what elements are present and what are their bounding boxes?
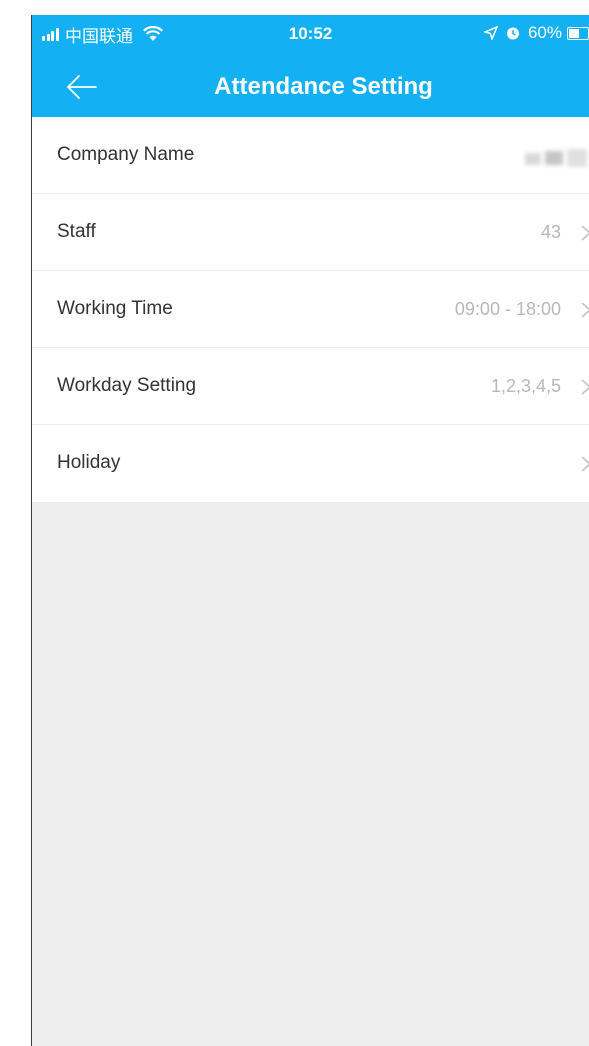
setting-value: 09:00 - 18:00 — [454, 299, 561, 319]
setting-label: Working Time — [57, 298, 173, 319]
chevron-right-icon — [581, 302, 589, 318]
battery-fill — [569, 28, 579, 38]
chevron-right-icon — [581, 456, 589, 472]
setting-row-staff[interactable]: Staff 43 — [32, 194, 589, 271]
setting-label: Staff — [57, 221, 96, 242]
setting-row-holiday[interactable]: Holiday — [32, 425, 589, 502]
setting-row-workday-setting[interactable]: Workday Setting 1,2,3,4,5 — [32, 348, 589, 425]
page-title: Attendance Setting — [214, 73, 433, 100]
setting-label: Workday Setting — [57, 375, 197, 396]
setting-label: Holiday — [57, 452, 121, 473]
chevron-right-icon — [581, 379, 589, 395]
alarm-icon — [506, 27, 519, 40]
setting-value: 1,2,3,4,5 — [490, 376, 561, 396]
setting-label: Company Name — [57, 144, 195, 165]
settings-list: Company Name Staff 43 Working Time 09:00… — [32, 117, 589, 502]
setting-value: 43 — [540, 222, 561, 242]
phone-screen: 中国联通 10:52 60% Attendance Setting Compan… — [32, 15, 589, 1046]
setting-row-working-time[interactable]: Working Time 09:00 - 18:00 — [32, 271, 589, 348]
battery-percent: 60% — [527, 23, 562, 42]
status-right: 60% — [483, 23, 589, 43]
battery-icon — [567, 26, 589, 40]
chevron-right-icon — [581, 225, 589, 241]
status-bar: 中国联通 10:52 60% — [32, 15, 589, 57]
navigation-bar: Attendance Setting — [32, 57, 589, 117]
location-icon — [483, 26, 498, 40]
redacted-company-name — [519, 147, 589, 171]
setting-row-company-name[interactable]: Company Name — [32, 117, 589, 194]
